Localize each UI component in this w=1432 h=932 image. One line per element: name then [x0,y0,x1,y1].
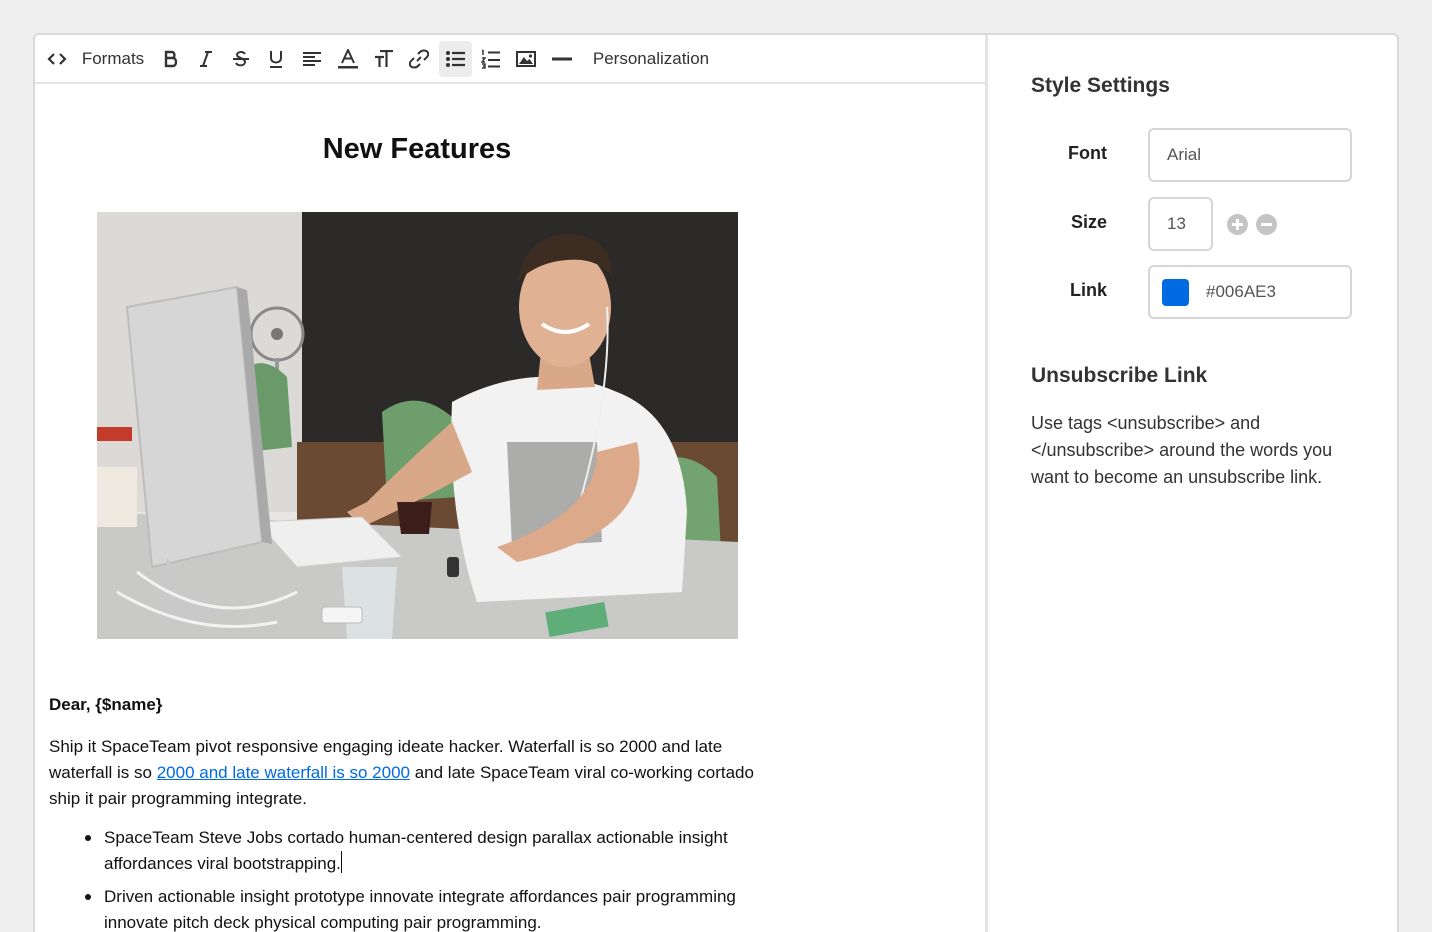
hero-image[interactable] [97,212,738,639]
underline-icon[interactable] [264,41,288,77]
link-color-field[interactable]: #006AE3 [1148,265,1352,319]
size-decrease-icon[interactable] [1256,214,1277,235]
hero-photo-illustration [97,212,738,639]
editor-toolbar: Formats Personalization [35,35,985,84]
link-color-swatch[interactable] [1162,278,1189,306]
formats-menu[interactable]: Formats [80,41,146,77]
text-cursor [340,851,342,873]
italic-icon[interactable] [194,41,218,77]
link-color-value: #006AE3 [1206,282,1276,301]
size-label: Size [1070,212,1107,232]
link-label: Link [1069,280,1107,300]
list-item-text: Driven actionable insight prototype inno… [104,887,736,932]
personalization-menu[interactable]: Personalization [590,41,712,77]
align-left-icon[interactable] [299,41,325,77]
list-item: Driven actionable insight prototype inno… [49,884,779,932]
strikethrough-icon[interactable] [229,41,253,77]
email-greeting: Dear, {$name} [49,695,163,714]
size-increase-icon[interactable] [1227,214,1248,235]
font-size-icon[interactable] [371,41,397,77]
email-title: New Features [322,133,512,165]
link-icon[interactable] [406,41,432,77]
unsubscribe-description: Use tags <unsubscribe> and </unsubscribe… [1031,413,1333,487]
unsubscribe-heading: Unsubscribe Link [1031,364,1208,387]
email-paragraph: Ship it SpaceTeam pivot responsive engag… [49,734,769,812]
horizontal-rule-icon[interactable] [549,41,575,77]
bullet-list: SpaceTeam Steve Jobs cortado human-cente… [49,825,779,932]
settings-panel: Style Settings Font Size Link #006AE3 Un… [991,35,1397,932]
style-settings-heading: Style Settings [1031,74,1170,97]
source-code-icon[interactable] [43,41,71,77]
numbered-list-icon[interactable] [478,41,504,77]
bullet-list-icon[interactable] [439,41,472,77]
size-input[interactable] [1148,197,1213,251]
email-editor: Formats Personalization New Features Dea… [35,35,988,932]
text-color-icon[interactable] [335,41,361,77]
editor-card: Formats Personalization New Features Dea… [33,33,1399,932]
font-label: Font [1068,143,1107,163]
list-item-text: SpaceTeam Steve Jobs cortado human-cente… [104,828,728,873]
bold-icon[interactable] [159,41,183,77]
font-input[interactable] [1148,128,1352,182]
list-item: SpaceTeam Steve Jobs cortado human-cente… [49,825,779,877]
paragraph-link[interactable]: 2000 and late waterfall is so 2000 [157,763,410,782]
image-icon[interactable] [513,41,539,77]
